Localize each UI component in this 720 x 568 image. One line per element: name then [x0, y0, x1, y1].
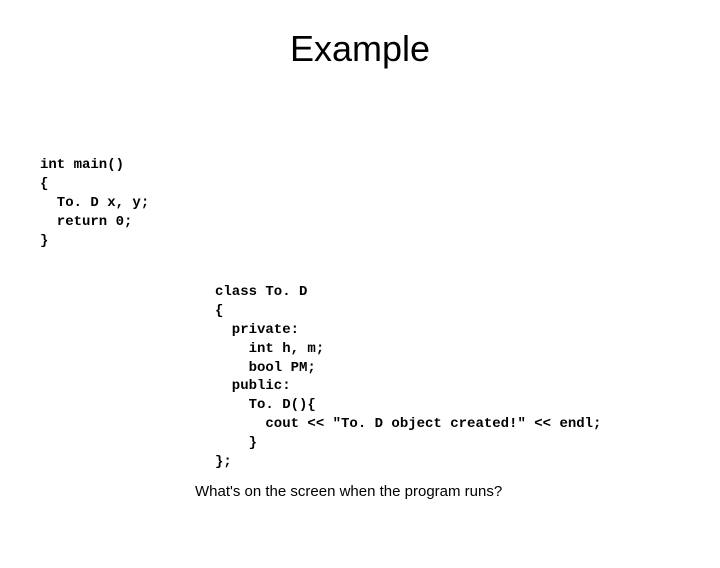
page-title: Example	[0, 28, 720, 70]
code-class-definition: class To. D { private: int h, m; bool PM…	[215, 283, 601, 472]
question-text: What's on the screen when the program ru…	[195, 483, 502, 500]
code-main-function: int main() { To. D x, y; return 0; }	[40, 156, 149, 250]
